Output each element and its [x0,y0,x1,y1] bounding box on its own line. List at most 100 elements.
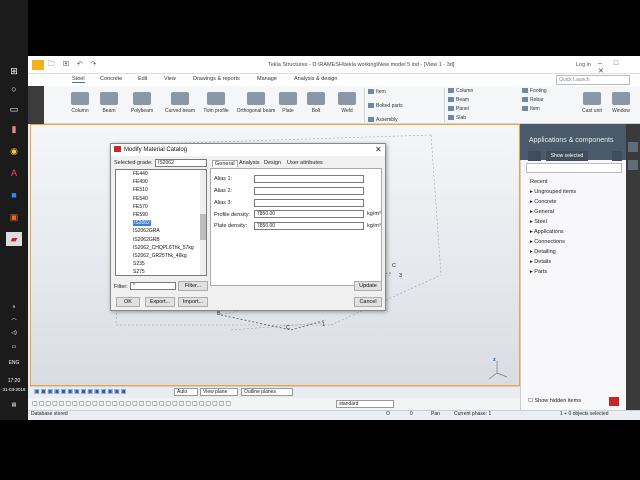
material-tree-item[interactable]: IS2062 [133,220,151,227]
properties-icon[interactable] [628,142,638,152]
concrete-item-button[interactable]: Item [522,106,540,112]
network-icon[interactable]: ⌒ [0,318,28,325]
bolt-button[interactable]: Bolt [306,92,326,114]
notifications-icon[interactable]: ▤ [0,402,28,408]
list-item[interactable]: ▸ Applications [530,229,564,235]
list-item[interactable]: ▸ Ungrouped items [530,189,576,195]
material-tree-item[interactable]: IS2062_CHQPL6Thk_57kg [133,245,194,251]
tab-analysis[interactable]: Analysis [237,160,261,166]
material-tree[interactable] [115,169,207,276]
filter-button[interactable]: Filter... [178,281,208,291]
clock-date[interactable]: 31-03-2018 [0,387,28,392]
concrete-column-button[interactable]: Column [448,88,473,94]
tree-scrollbar-thumb[interactable] [200,214,206,240]
list-item[interactable]: ▸ Steel [530,219,547,225]
beam-button[interactable]: Beam [97,92,121,114]
material-tree-item[interactable]: FE510 [133,187,148,193]
tekla-logo-icon[interactable] [32,60,44,70]
concrete-beam-button[interactable]: Beam [448,97,469,103]
material-tree-item[interactable]: FE590 [133,212,148,218]
pdf-app-icon[interactable]: ▮ [6,122,22,136]
column-button[interactable]: Column [68,92,92,114]
window-controls[interactable]: – □ ✕ [598,60,640,75]
tab-steel[interactable]: Steel [72,76,85,83]
material-tree-item[interactable]: FE440 [133,171,148,177]
list-item[interactable]: ▸ Concrete [530,199,557,205]
material-tree-item[interactable]: S275 [133,269,145,275]
profile-density-field[interactable]: 7850.00 [254,210,364,218]
chrome-icon[interactable]: ◉ [6,144,22,158]
cast-unit-button[interactable]: Cast unit [580,92,604,114]
ok-button[interactable]: OK [116,297,140,307]
selected-grade-field[interactable]: IS2062 [155,159,207,167]
list-item[interactable]: ▸ Details [530,259,551,265]
grid-view-icon[interactable] [528,151,541,161]
show-selected-button[interactable]: Show selected [546,151,588,161]
filter-input[interactable]: * [130,282,176,290]
quick-access-icons[interactable]: 🗀 ▣ ↶ ↷ [48,60,99,71]
item-button[interactable]: Item [368,89,386,95]
plate-button[interactable]: Plate [278,92,298,114]
tab-view[interactable]: View [164,76,176,82]
close-icon[interactable]: ✕ [375,145,382,154]
selection-icons[interactable]: ▢▢▢▢▢▢▢▢▢▢▢▢▢▢▢▢▢▢▢▢▢▢▢▢▢▢▢▢▢▢ [32,400,232,407]
assembly-button[interactable]: Assembly [368,117,398,123]
alias3-field[interactable] [254,199,364,207]
list-item[interactable]: Recent [530,179,547,185]
volume-icon[interactable]: ◁) [0,330,28,336]
cortana-search-icon[interactable]: ○ [6,82,22,96]
task-view-icon[interactable]: ▭ [6,102,22,116]
cancel-button[interactable]: Cancel [354,297,382,307]
alias1-field[interactable] [254,175,364,183]
material-tree-item[interactable]: FE490 [133,179,148,185]
view-plane-select[interactable]: View plane [200,388,238,396]
slab-button[interactable]: Slab [448,115,466,121]
tab-general[interactable]: General [212,160,238,167]
tab-concrete[interactable]: Concrete [100,76,122,82]
keyboard-icon[interactable]: ▭ [0,344,28,350]
twin-profile-button[interactable]: Twin profile [200,92,232,114]
login-link[interactable]: Log in [576,62,591,68]
tab-manage[interactable]: Manage [257,76,277,82]
tab-drawings-reports[interactable]: Drawings & reports [193,76,240,82]
close-panel-icon[interactable] [609,397,619,406]
weld-button[interactable]: Weld [336,92,358,114]
list-item[interactable]: ▸ Connections [530,239,565,245]
applications-icon[interactable] [628,160,638,170]
alias2-field[interactable] [254,187,364,195]
material-tree-item[interactable]: IS2062_GR25Thk_46kg [133,253,187,259]
import-button[interactable]: Import... [178,297,208,307]
tab-edit[interactable]: Edit [138,76,147,82]
tab-design[interactable]: Design [262,160,283,166]
outline-planes-select[interactable]: Outline planes [241,388,293,396]
show-hidden-items-checkbox[interactable]: ☐ Show hidden items [528,398,581,404]
list-item[interactable]: ▸ Parts [530,269,547,275]
bolted-parts-button[interactable]: Bolted parts [368,103,403,109]
snap-icons[interactable]: ▣▣▣▣▣▣▣▣▣▣▣▣▣▣ [34,388,127,395]
material-tree-item[interactable]: IS2062GRB [133,237,160,243]
curved-beam-button[interactable]: Curved beam [161,92,199,114]
plate-density-field[interactable]: 7850.00 [254,222,364,230]
material-tree-item[interactable]: FE540 [133,196,148,202]
orthogonal-beam-button[interactable]: Orthogonal beam [236,92,276,114]
material-tree-item[interactable]: IS2062GRA [133,228,160,234]
office-icon[interactable]: ▣ [6,210,22,224]
list-item[interactable]: ▸ Detailing [530,249,556,255]
material-tree-item[interactable]: S235 [133,261,145,267]
rebar-button[interactable]: Rebar [522,97,544,103]
language-indicator[interactable]: ENG [0,360,28,366]
people-icon[interactable]: ᴿ [0,305,28,311]
tab-analysis-design[interactable]: Analysis & design [294,76,337,82]
tab-user-attributes[interactable]: User attributes [285,160,325,166]
acrobat-icon[interactable]: A [6,166,22,180]
panel-button[interactable]: Panel [448,106,469,112]
ribbon-side-toggle[interactable] [28,86,44,124]
menu-icon[interactable] [612,151,622,161]
file-explorer-icon[interactable]: ■ [6,188,22,202]
footing-button[interactable]: Footing [522,88,547,94]
tekla-taskbar-icon[interactable]: ▰ [6,232,22,246]
export-button[interactable]: Export... [145,297,175,307]
auto-select[interactable]: Auto [174,388,198,396]
list-item[interactable]: ▸ General [530,209,554,215]
standard-select[interactable]: standard [336,400,394,408]
